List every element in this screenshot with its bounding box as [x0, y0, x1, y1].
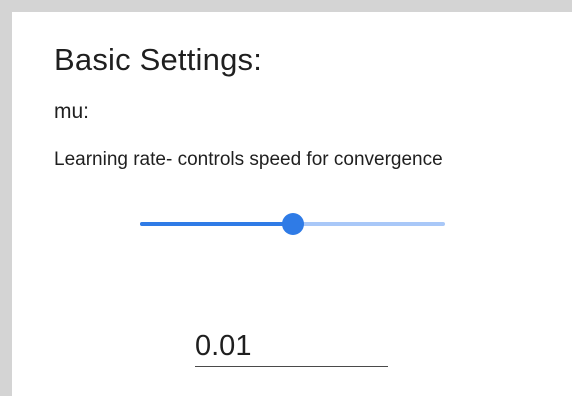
parameter-name-label: mu:: [54, 100, 90, 123]
parameter-description: Learning rate- controls speed for conver…: [54, 149, 443, 170]
section-title: Basic Settings:: [54, 42, 263, 77]
mu-slider[interactable]: [140, 208, 445, 240]
mu-value-input[interactable]: [195, 326, 388, 366]
slider-fill: [140, 222, 293, 226]
basic-settings-panel: Basic Settings: mu: Learning rate- contr…: [12, 12, 572, 396]
mu-value-field[interactable]: [195, 326, 388, 367]
slider-thumb[interactable]: [281, 213, 304, 235]
